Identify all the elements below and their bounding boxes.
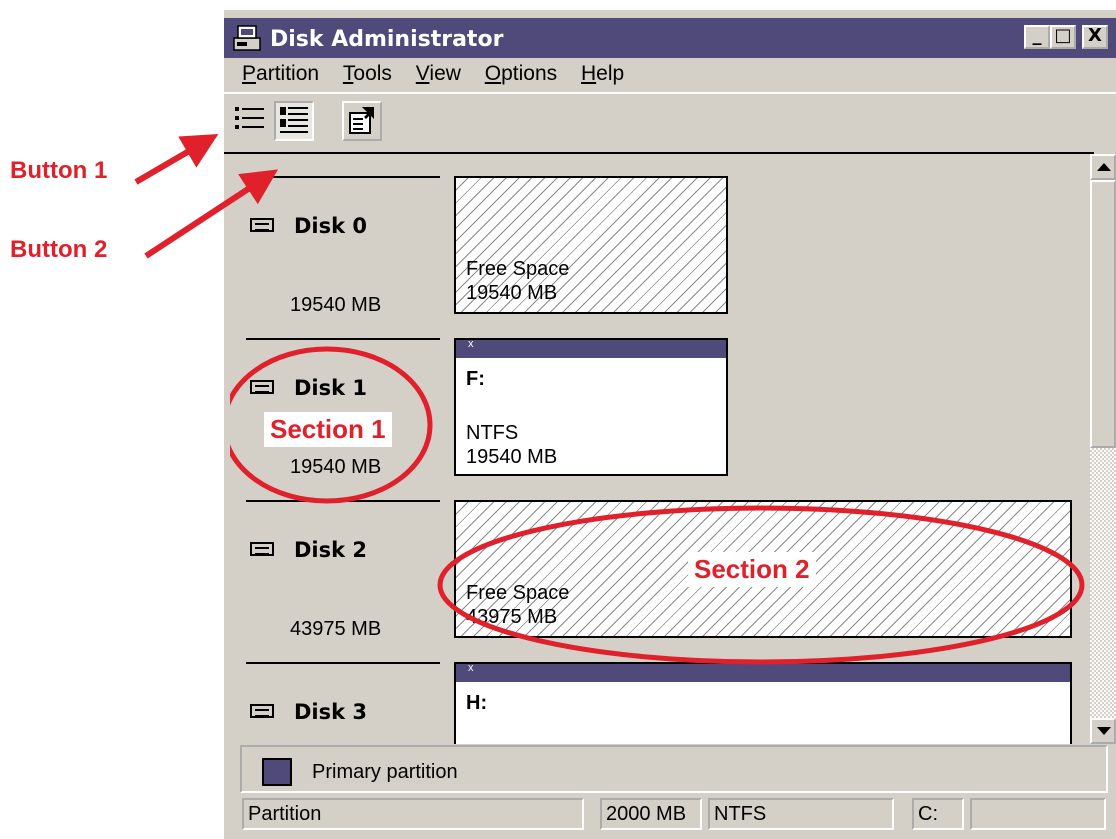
legend-primary-partition: Primary partition [312,761,458,783]
maximize-icon: □ [1054,25,1072,46]
properties-icon [349,107,374,134]
disk-config-view-icon [280,107,308,133]
maximize-button[interactable]: □ [1050,25,1076,49]
disk-config-view-button[interactable] [274,101,314,141]
status-filesystem: NTFS [708,798,894,830]
primary-partition-swatch [262,758,292,786]
scroll-down-button[interactable] [1090,718,1116,744]
minimize-button[interactable]: _ [1024,25,1050,49]
toolbar-separator [224,92,1116,94]
disk-administrator-window: Disk Administrator _ □ X Partition Tools… [222,10,1116,839]
annotation-ovals [230,346,1085,665]
close-button[interactable]: X [1082,25,1108,49]
menu-bar: Partition Tools View Options Help [242,62,642,92]
volumes-view-icon [235,107,264,129]
status-size: 2000 MB [600,798,702,830]
menu-help[interactable]: Help [581,62,624,86]
close-icon: X [1088,25,1102,46]
menu-tools[interactable]: Tools [343,62,392,86]
title-bar[interactable]: Disk Administrator _ □ X [224,18,1116,58]
menu-partition[interactable]: Partition [242,62,319,86]
volumes-view-button[interactable] [232,101,272,141]
menu-options[interactable]: Options [485,62,557,86]
properties-button[interactable] [342,101,382,141]
scrollbar-thumb[interactable] [1090,180,1116,448]
annotation-button-1: Button 1 [10,157,108,184]
annotation-section-2: Section 2 [688,552,816,587]
disk-area: Disk 0 19540 MB Free Space 19540 MB Disk… [230,154,1092,744]
annotation-section-1: Section 1 [264,412,392,447]
arrow-up-icon [1097,163,1111,171]
annotation-button-2: Button 2 [10,236,108,263]
status-partition-type: Partition [242,798,584,830]
arrow-down-icon [1097,727,1111,735]
status-extra [970,798,1106,830]
disk-administrator-app-icon [233,25,261,51]
scroll-up-button[interactable] [1090,154,1116,180]
menu-view[interactable]: View [416,62,461,86]
status-drive-letter: C: [912,798,964,830]
button-1-arrow [134,133,219,185]
minimize-icon: _ [1032,25,1042,46]
window-title: Disk Administrator [270,27,504,52]
